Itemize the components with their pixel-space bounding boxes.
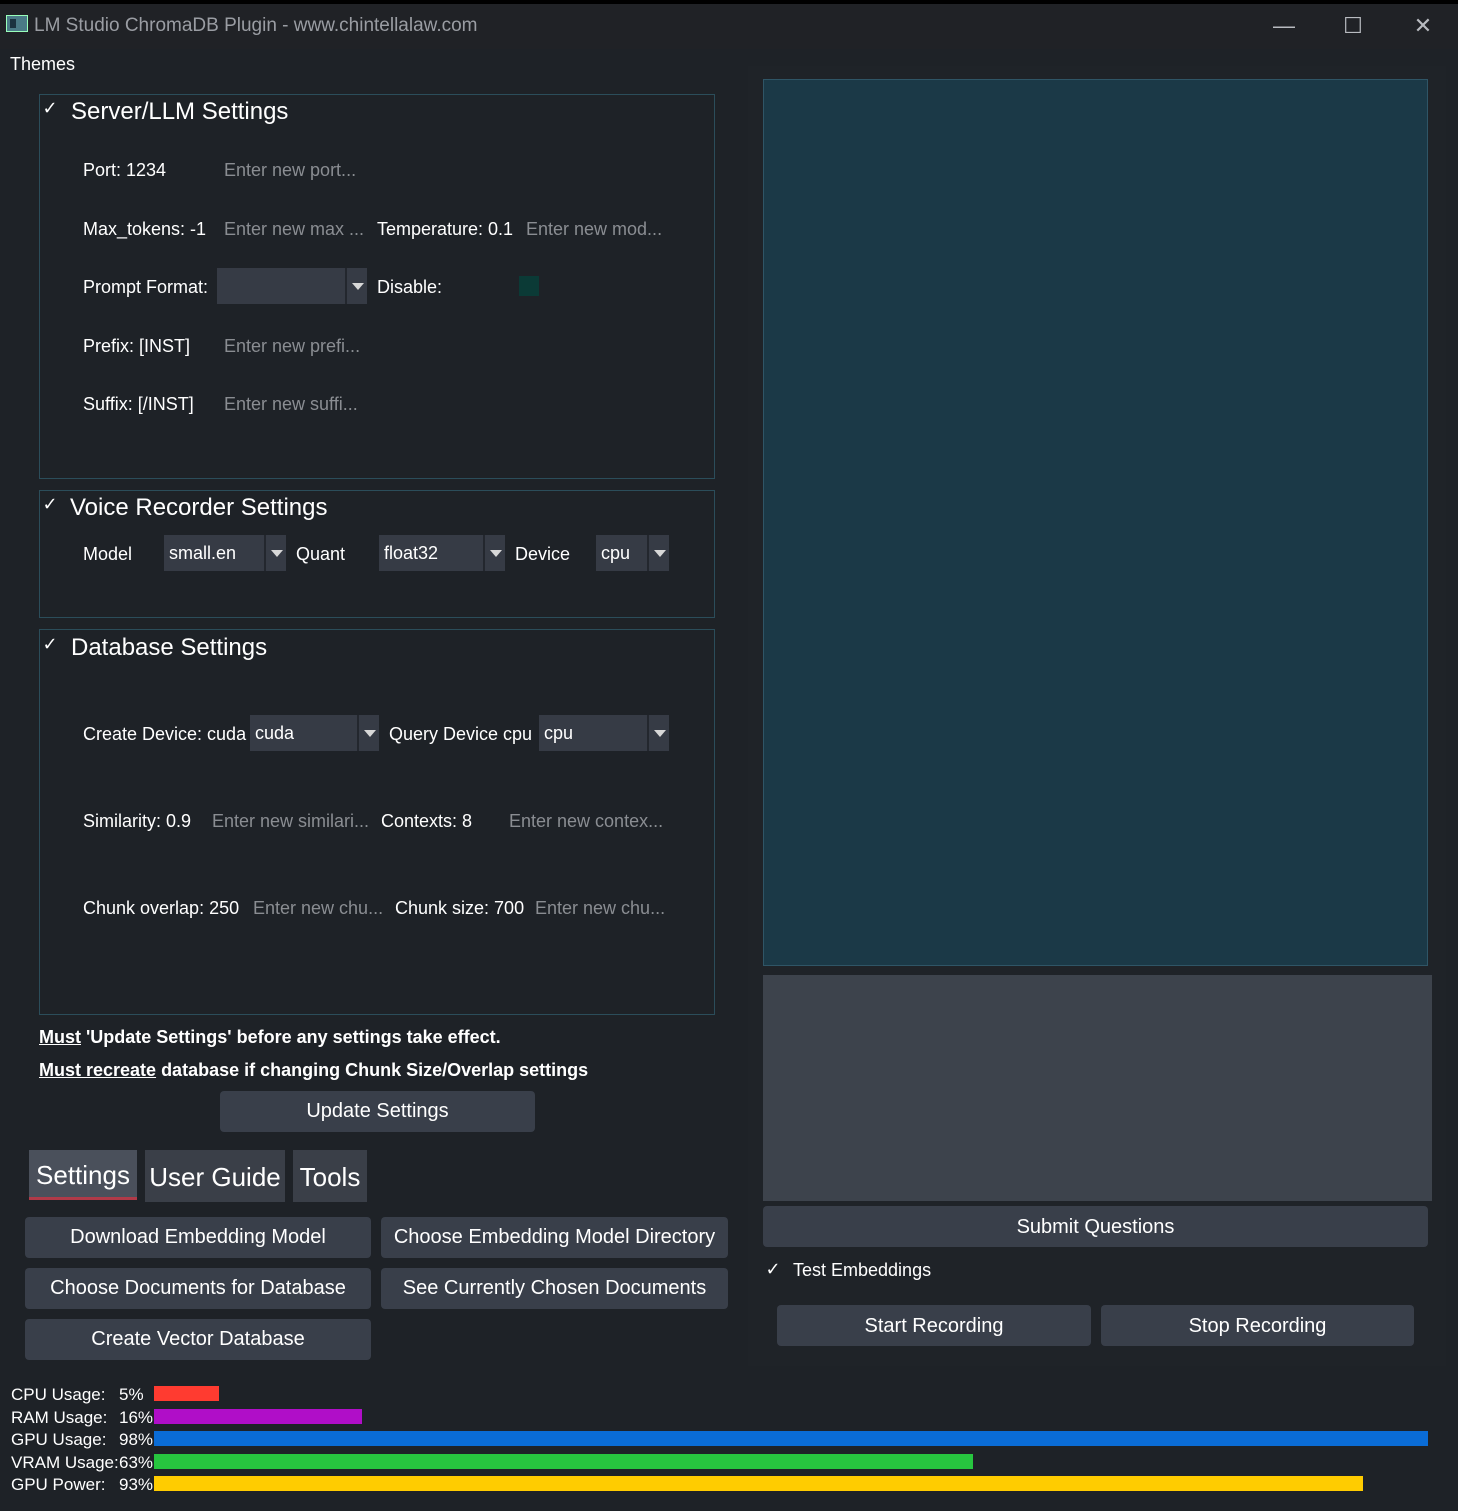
gpu-power-bar (154, 1476, 1363, 1491)
gpu-power-label: GPU Power: (11, 1475, 106, 1494)
model-label: Model (83, 544, 133, 564)
note-1-emphasis: Must (39, 1027, 81, 1047)
quant-value: float32 (384, 543, 439, 563)
menu-themes[interactable]: Themes (10, 54, 75, 75)
device-label: Device (515, 544, 571, 564)
note-2-emphasis: Must recreate (39, 1060, 157, 1080)
chunk-size-label: Chunk size: 700 (395, 898, 525, 918)
minimize-button[interactable]: — (1254, 6, 1314, 46)
database-settings-checkbox[interactable]: ✓ (42, 635, 58, 653)
voice-settings-title: Voice Recorder Settings (70, 494, 334, 522)
disable-checkbox[interactable] (519, 276, 539, 296)
submit-questions-button[interactable]: Submit Questions (763, 1206, 1428, 1247)
port-label: Port: 1234 (83, 160, 167, 180)
database-settings-title: Database Settings (71, 634, 274, 662)
query-device-value: cpu (544, 723, 574, 743)
update-settings-button[interactable]: Update Settings (220, 1091, 535, 1132)
max-tokens-input[interactable] (224, 219, 364, 240)
tab-settings[interactable]: Settings (29, 1150, 137, 1200)
create-device-value: cuda (255, 723, 295, 743)
server-settings-title: Server/LLM Settings (71, 98, 295, 126)
download-embedding-model-button[interactable]: Download Embedding Model (25, 1217, 371, 1258)
chevron-down-icon (647, 535, 669, 571)
ram-usage-value: 16% (119, 1408, 154, 1427)
prefix-input[interactable] (224, 336, 374, 357)
server-settings-checkbox[interactable]: ✓ (42, 99, 58, 117)
max-tokens-label: Max_tokens: -1 (83, 219, 207, 239)
cpu-usage-label: CPU Usage: (11, 1385, 106, 1404)
gpu-usage-label: GPU Usage: (11, 1430, 107, 1449)
suffix-input[interactable] (224, 394, 374, 415)
settings-note-1: Must 'Update Settings' before any settin… (39, 1027, 501, 1048)
port-input[interactable] (224, 160, 374, 181)
start-recording-button[interactable]: Start Recording (777, 1305, 1091, 1346)
stop-recording-button[interactable]: Stop Recording (1101, 1305, 1414, 1346)
vram-usage-bar (154, 1454, 973, 1469)
gpu-usage-bar (154, 1431, 1428, 1446)
chunk-overlap-label: Chunk overlap: 250 (83, 898, 240, 918)
similarity-input[interactable] (212, 811, 372, 832)
quant-label: Quant (296, 544, 346, 564)
chunk-overlap-input[interactable] (253, 898, 385, 919)
window-title: LM Studio ChromaDB Plugin - www.chintell… (34, 15, 478, 36)
choose-model-directory-button[interactable]: Choose Embedding Model Directory (381, 1217, 728, 1258)
ram-usage-bar (154, 1409, 362, 1424)
vram-usage-label: VRAM Usage: (11, 1453, 119, 1472)
prompt-format-select[interactable] (217, 268, 367, 304)
prompt-format-label: Prompt Format: (83, 277, 209, 297)
model-select[interactable]: small.en (164, 535, 286, 571)
query-device-label: Query Device cpu (389, 724, 533, 744)
device-select[interactable]: cpu (596, 535, 669, 571)
contexts-label: Contexts: 8 (381, 811, 473, 831)
query-device-select[interactable]: cpu (539, 715, 669, 751)
chunk-size-input[interactable] (535, 898, 670, 919)
contexts-input[interactable] (509, 811, 669, 832)
create-vector-database-button[interactable]: Create Vector Database (25, 1319, 371, 1360)
similarity-label: Similarity: 0.9 (83, 811, 192, 831)
choose-documents-button[interactable]: Choose Documents for Database (25, 1268, 371, 1309)
temperature-input[interactable] (526, 219, 671, 240)
chevron-down-icon (647, 715, 669, 751)
quant-select[interactable]: float32 (379, 535, 505, 571)
test-embeddings-label: Test Embeddings (793, 1260, 932, 1280)
create-device-label: Create Device: cuda (83, 724, 247, 744)
model-value: small.en (169, 543, 237, 563)
app-icon (6, 15, 28, 32)
chevron-down-icon (264, 535, 286, 571)
close-button[interactable]: ✕ (1393, 6, 1453, 46)
disable-label: Disable: (377, 277, 443, 297)
suffix-label: Suffix: [/INST] (83, 394, 194, 414)
test-embeddings-checkbox[interactable]: ✓ (765, 1260, 781, 1278)
voice-settings-checkbox[interactable]: ✓ (42, 495, 58, 513)
note-1-text: 'Update Settings' before any settings ta… (81, 1027, 501, 1047)
cpu-usage-bar (154, 1386, 219, 1401)
see-chosen-documents-button[interactable]: See Currently Chosen Documents (381, 1268, 728, 1309)
note-2-text: database if changing Chunk Size/Overlap … (156, 1060, 589, 1080)
gpu-usage-value: 98% (119, 1430, 154, 1449)
chevron-down-icon (357, 715, 379, 751)
maximize-button[interactable]: ☐ (1323, 6, 1383, 46)
chevron-down-icon (483, 535, 505, 571)
gpu-power-value: 93% (119, 1475, 154, 1494)
prefix-label: Prefix: [INST] (83, 336, 191, 356)
settings-note-2: Must recreate database if changing Chunk… (39, 1060, 588, 1081)
device-value: cpu (601, 543, 631, 563)
ram-usage-label: RAM Usage: (11, 1408, 108, 1427)
question-input-area[interactable] (763, 975, 1432, 1201)
vram-usage-value: 63% (119, 1453, 154, 1472)
chevron-down-icon (345, 268, 367, 304)
create-device-select[interactable]: cuda (250, 715, 379, 751)
tab-user-guide[interactable]: User Guide (145, 1150, 285, 1202)
temperature-label: Temperature: 0.1 (377, 219, 514, 239)
cpu-usage-value: 5% (119, 1385, 144, 1404)
tab-tools[interactable]: Tools (293, 1150, 367, 1202)
response-output-area[interactable] (763, 79, 1428, 966)
